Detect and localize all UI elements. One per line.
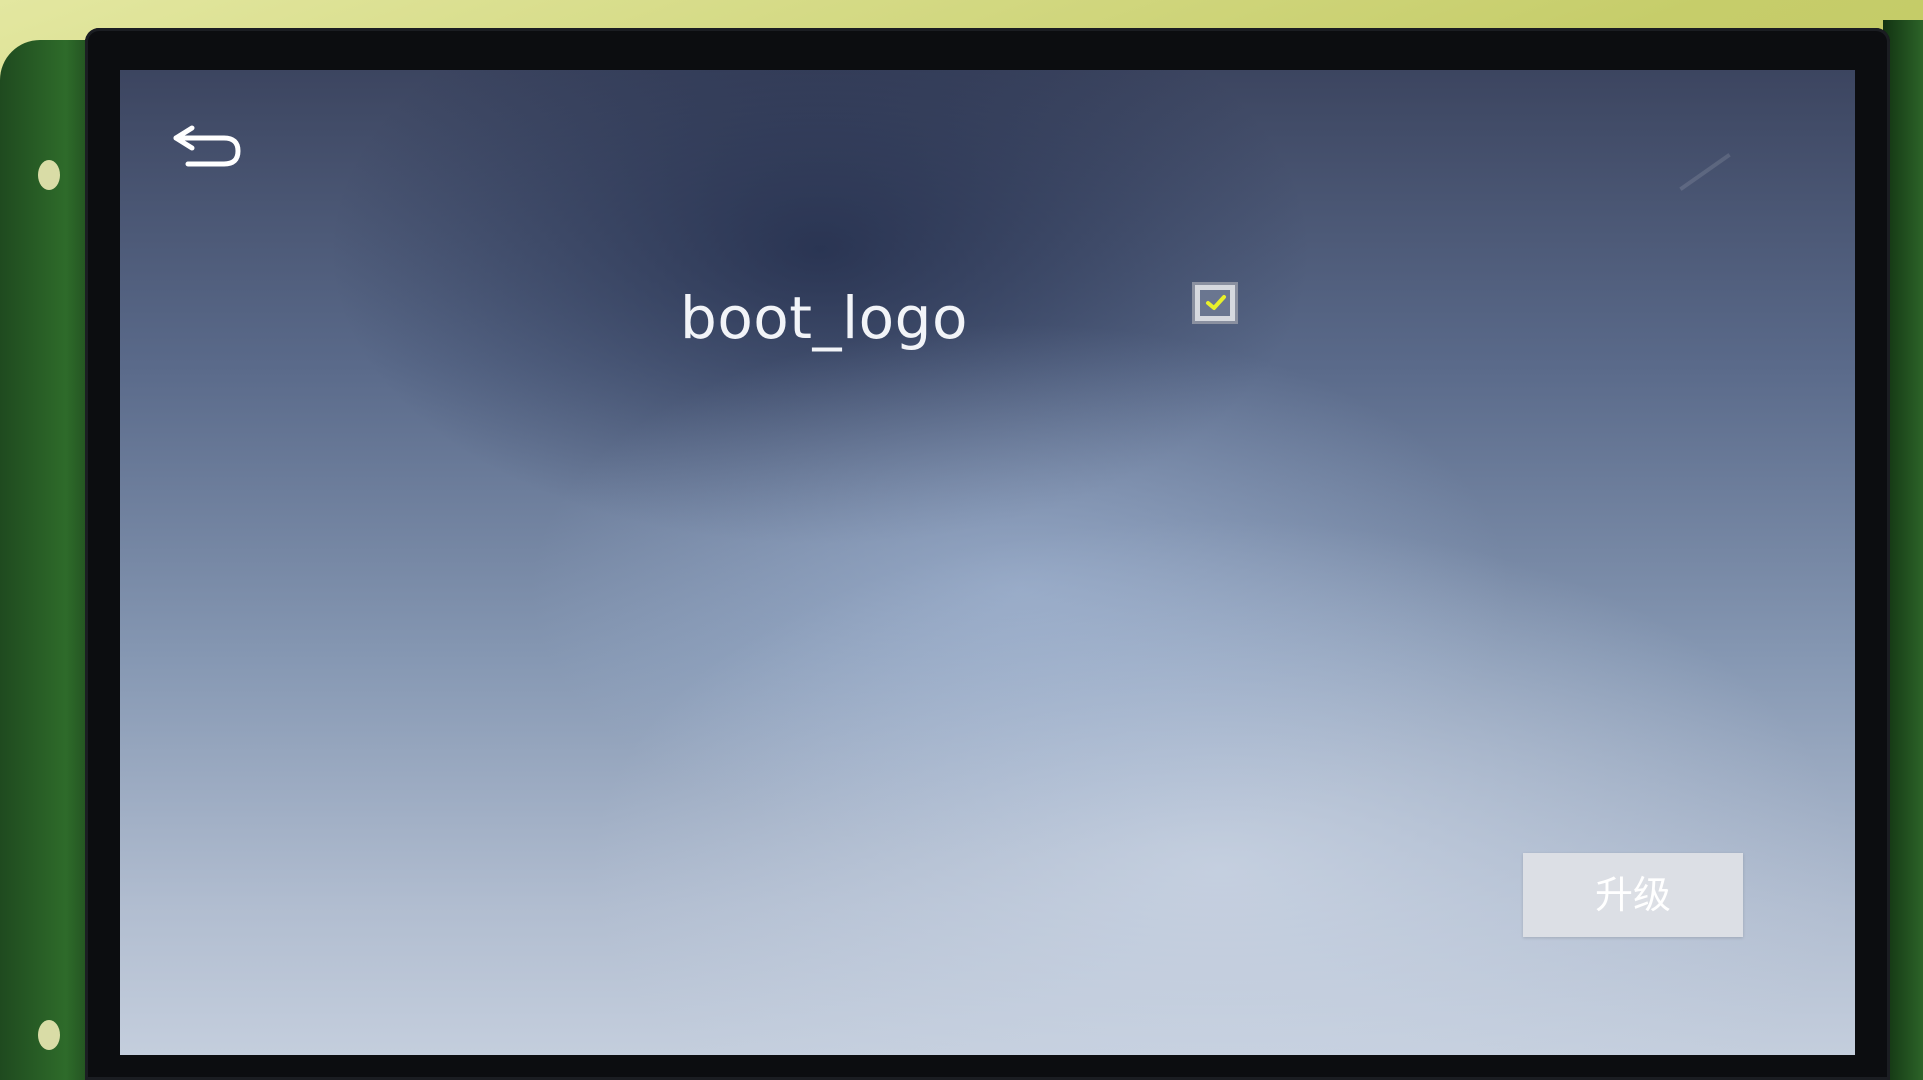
checkbox-fill <box>1200 290 1230 316</box>
boot-logo-checkbox[interactable] <box>1192 282 1238 324</box>
pcb-mount-hole <box>38 1020 60 1050</box>
boot-logo-label: boot_logo <box>680 284 968 352</box>
boot-logo-row: boot_logo <box>680 270 1380 370</box>
check-icon <box>1206 295 1226 310</box>
pcb-mount-hole <box>38 160 60 190</box>
upgrade-button[interactable]: 升级 <box>1523 853 1743 937</box>
back-arrow-icon[interactable] <box>168 120 244 170</box>
display-screen: boot_logo 升级 <box>120 70 1855 1055</box>
screen-glare <box>1679 153 1731 191</box>
